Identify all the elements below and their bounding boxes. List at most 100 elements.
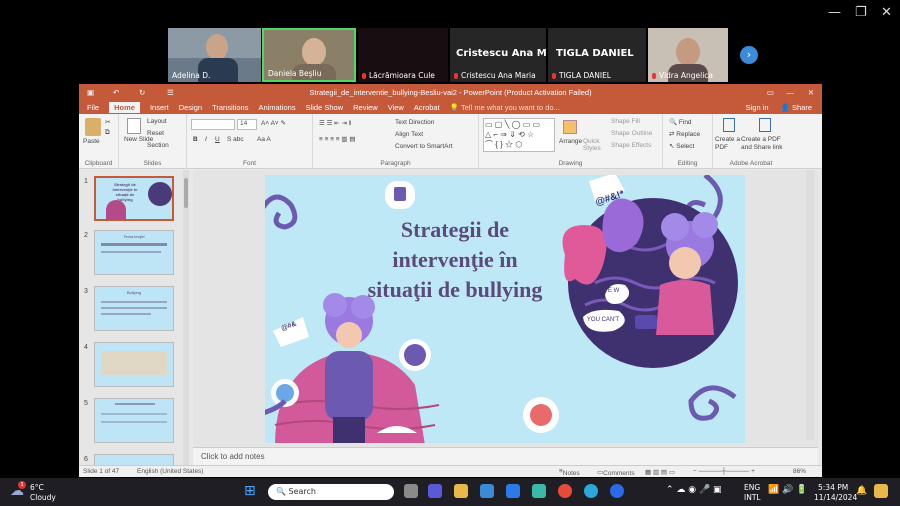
close-icon[interactable]: ✕	[808, 88, 814, 97]
edge-icon[interactable]	[532, 484, 546, 498]
thumbnail-number: 6	[84, 456, 88, 463]
participant-tile[interactable]: TIGLA DANIEL TIGLA DANIEL	[548, 28, 646, 82]
editor-scrollbar[interactable]	[806, 170, 814, 440]
tab-slide-show[interactable]: Slide Show	[306, 103, 344, 112]
bullets-icon[interactable]: ☰ ☰ ⇤ ⇥ ‖	[319, 119, 351, 127]
align-icon[interactable]: ≡ ≡ ≡ ≡ ▥ ▤	[319, 135, 355, 143]
zoom-app-icon[interactable]	[610, 484, 624, 498]
tab-home[interactable]: Home	[109, 101, 140, 113]
thumbnail-slide-2[interactable]: Tema lecţiei	[94, 230, 174, 275]
slide-title[interactable]: Strategii de intervenţie în situaţii de …	[365, 215, 545, 305]
font-color-button[interactable]: Aa A	[257, 136, 271, 143]
align-text-button[interactable]: Align Text	[395, 131, 423, 138]
create-pdf-share-button[interactable]: Create a PDF and Share link	[741, 136, 787, 152]
thumbnail-slide-4[interactable]	[94, 342, 174, 387]
network-volume-icons[interactable]: 📶 🔊 🔋	[768, 485, 807, 495]
maximize-icon[interactable]: ❐	[855, 6, 867, 20]
clock-time[interactable]: 5:34 PM	[818, 483, 848, 492]
select-button[interactable]: ↖ Select	[669, 142, 694, 150]
close-icon[interactable]: ✕	[881, 6, 892, 20]
participant-tile[interactable]: Adelina D.	[168, 28, 261, 82]
search-icon: 🔍	[276, 487, 286, 496]
reset-button[interactable]: Reset	[147, 130, 164, 137]
tab-design[interactable]: Design	[179, 103, 202, 112]
tell-me-input[interactable]: 💡 Tell me what you want to do...	[450, 103, 560, 112]
keyboard-layout[interactable]: INTL	[744, 493, 761, 502]
arrange-icon[interactable]	[563, 120, 577, 134]
file-explorer-icon[interactable]	[454, 484, 468, 498]
tab-animations[interactable]: Animations	[258, 103, 295, 112]
copy-icon[interactable]: ⧉	[105, 129, 110, 137]
view-buttons[interactable]: ▦ ▥ ▤ ▭	[645, 468, 675, 476]
minimize-icon[interactable]: —	[828, 6, 841, 20]
font-family-select[interactable]	[191, 119, 235, 130]
lightbulb-icon: 💡	[449, 102, 460, 112]
notes-toggle[interactable]: ≡ Notes	[559, 468, 580, 477]
slide-counter: Slide 1 of 47	[83, 468, 120, 475]
system-tray-icons[interactable]: ⌃ ☁ ◉ 🎤 ▣	[666, 485, 722, 495]
browser-icon[interactable]	[584, 484, 598, 498]
ribbon-options-icon[interactable]: ▭	[767, 88, 774, 97]
mic-muted-icon	[454, 72, 458, 79]
thumbnail-slide-1[interactable]: Strategii de intervenţie în situaţii de …	[94, 176, 174, 221]
participant-tile[interactable]: Lăcrămioara Cule	[358, 28, 448, 82]
arrange-button[interactable]: Arrange	[559, 138, 582, 145]
new-slide-icon[interactable]	[127, 118, 141, 134]
participant-tile[interactable]: Vidra Angelica	[648, 28, 728, 82]
bold-button[interactable]: B	[193, 136, 198, 143]
layout-button[interactable]: Layout	[147, 118, 167, 125]
text-direction-button[interactable]: Text Direction	[395, 119, 434, 126]
thumbnail-slide-5[interactable]	[94, 398, 174, 443]
participant-tile[interactable]: Cristescu Ana M... Cristescu Ana Maria	[450, 28, 546, 82]
tab-review[interactable]: Review	[353, 103, 378, 112]
sign-in-link[interactable]: Sign in	[746, 103, 769, 112]
shape-outline-button[interactable]: Shape Outline	[611, 130, 652, 137]
participant-tile-active[interactable]: Daniela Beşliu	[262, 28, 356, 82]
create-pdf-button[interactable]: Create a PDF	[715, 136, 741, 152]
thumbnail-slide-3[interactable]: Bullying	[94, 286, 174, 331]
chrome-icon[interactable]	[558, 484, 572, 498]
tab-acrobat[interactable]: Acrobat	[414, 103, 440, 112]
comments-toggle[interactable]: ▭ Comments	[597, 468, 635, 477]
minimize-icon[interactable]: —	[787, 88, 795, 97]
find-button[interactable]: 🔍 Find	[669, 118, 692, 126]
tab-view[interactable]: View	[388, 103, 404, 112]
quick-styles-button[interactable]: Quick Styles	[583, 138, 607, 152]
underline-button[interactable]: U	[215, 136, 220, 143]
slide-canvas[interactable]: Strategii de intervenţie în situaţii de …	[265, 175, 745, 443]
language-status[interactable]: English (United States)	[137, 468, 203, 475]
shape-fill-button[interactable]: Shape Fill	[611, 118, 640, 125]
teams-icon[interactable]	[428, 484, 442, 498]
section-button[interactable]: Section	[147, 142, 169, 149]
tab-transitions[interactable]: Transitions	[212, 103, 248, 112]
italic-button[interactable]: I	[205, 136, 207, 143]
paste-button[interactable]: Paste	[83, 138, 100, 145]
store-icon[interactable]	[480, 484, 494, 498]
next-participants-button[interactable]: ›	[740, 46, 758, 64]
windows-start-icon[interactable]: ⊞	[244, 483, 256, 499]
strikethrough-button[interactable]: S abc	[227, 136, 244, 143]
mail-icon[interactable]	[506, 484, 520, 498]
paste-icon[interactable]	[85, 118, 101, 136]
copilot-icon[interactable]	[874, 484, 888, 498]
search-box[interactable]: 🔍 Search	[268, 484, 394, 500]
thumbnail-number: 4	[84, 344, 88, 351]
grow-font-icon[interactable]: A˄ A˅ ✎	[261, 119, 286, 127]
tab-file[interactable]: File	[87, 103, 99, 112]
convert-smartart-button[interactable]: Convert to SmartArt	[395, 143, 452, 150]
notes-pane[interactable]: Click to add notes	[193, 447, 818, 465]
zoom-level[interactable]: 86%	[793, 468, 806, 475]
thumbnail-scrollbar[interactable]	[183, 170, 189, 466]
tab-insert[interactable]: Insert	[150, 103, 169, 112]
font-size-select[interactable]: 14	[237, 119, 257, 130]
clock-date[interactable]: 11/14/2024	[814, 493, 857, 502]
zoom-slider[interactable]: − ─────┼───── +	[693, 468, 755, 475]
replace-button[interactable]: ⇄ Replace	[669, 130, 700, 138]
shapes-gallery[interactable]: ▭ ▢ ╲ ◯ ▭ ▭ △ ⌐ ⇒ ⇓ ⟲ ☆ ⌒ { } ☆ ⬡	[483, 118, 555, 152]
share-button[interactable]: 👤 Share	[781, 103, 812, 112]
notifications-icon[interactable]: 🔔	[856, 486, 867, 496]
shape-effects-button[interactable]: Shape Effects	[611, 142, 651, 149]
language-indicator[interactable]: ENG	[744, 483, 760, 492]
task-view-icon[interactable]	[404, 484, 418, 498]
cut-icon[interactable]: ✂	[105, 118, 110, 126]
